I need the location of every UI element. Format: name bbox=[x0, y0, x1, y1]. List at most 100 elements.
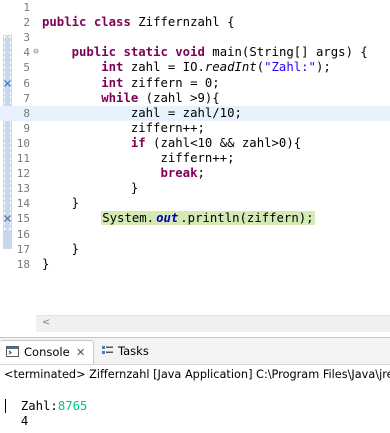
code-line[interactable]: 2 public class Ziffernzahl { bbox=[0, 15, 390, 30]
code-text: ziffern++; bbox=[42, 151, 235, 166]
breakpoint-marker-icon[interactable] bbox=[4, 80, 11, 87]
line-number: 13 bbox=[16, 182, 30, 195]
code-token: (zahl >9){ bbox=[138, 91, 220, 105]
code-line[interactable]: 8 zahl = zahl/10; bbox=[0, 106, 390, 121]
code-token: (zahl<10 && zahl>0){ bbox=[145, 136, 302, 150]
tab-tasks-label: Tasks bbox=[118, 344, 149, 358]
code-text: int ziffern = 0; bbox=[42, 76, 220, 91]
tab-tasks[interactable]: Tasks bbox=[99, 340, 159, 363]
code-token: System. bbox=[101, 211, 156, 225]
line-number: 10 bbox=[16, 137, 30, 150]
code-token: "Zahl:" bbox=[264, 60, 316, 74]
code-token: void bbox=[175, 45, 205, 59]
code-token: ( bbox=[256, 60, 265, 74]
code-text: } bbox=[42, 257, 49, 272]
tasks-icon bbox=[102, 346, 113, 354]
code-token: zahl = zahl/10; bbox=[42, 106, 242, 120]
code-token: } bbox=[42, 181, 139, 195]
code-text: } bbox=[42, 181, 138, 196]
line-number: 6 bbox=[23, 77, 30, 90]
code-line[interactable]: 7 while (zahl >9){ bbox=[0, 91, 390, 106]
code-token: if bbox=[130, 136, 146, 150]
line-number: 1 bbox=[23, 1, 30, 14]
code-token: break bbox=[160, 166, 198, 180]
code-token: } bbox=[42, 242, 80, 256]
code-line[interactable]: 12 break; bbox=[0, 166, 390, 181]
code-text: ziffern++; bbox=[42, 121, 205, 136]
line-number: 3 bbox=[23, 31, 30, 44]
code-text: } bbox=[42, 242, 79, 257]
code-line[interactable]: 9 ziffern++; bbox=[0, 121, 390, 136]
code-line[interactable]: 6 int ziffern = 0; bbox=[0, 76, 390, 91]
bottom-view-tabbar: Console ✕ Tasks bbox=[0, 338, 390, 365]
line-number: 2 bbox=[23, 16, 30, 29]
code-token: static bbox=[123, 45, 168, 59]
code-line[interactable]: 15 System. out .println(ziffern); bbox=[0, 211, 390, 226]
code-text: break; bbox=[42, 166, 205, 181]
code-token: ); bbox=[315, 60, 331, 74]
code-token: class bbox=[93, 15, 131, 29]
code-token: int bbox=[101, 60, 124, 74]
scroll-left-icon[interactable]: < bbox=[42, 317, 50, 328]
close-icon[interactable]: ✕ bbox=[76, 341, 85, 364]
line-number: 16 bbox=[16, 228, 30, 241]
code-text: public static void main(String[] args) { bbox=[42, 45, 368, 60]
code-token: .println(ziffern); bbox=[179, 211, 315, 225]
code-text: zahl = zahl/10; bbox=[42, 106, 242, 121]
console-result: 4 bbox=[20, 414, 29, 428]
code-text: int zahl = IO.readInt("Zahl:"); bbox=[42, 60, 331, 75]
console-icon bbox=[6, 346, 19, 357]
code-token: readInt bbox=[204, 60, 257, 74]
code-text: public class Ziffernzahl { bbox=[42, 15, 235, 30]
code-line[interactable]: 18} bbox=[0, 257, 390, 272]
text-cursor bbox=[5, 399, 6, 413]
code-line[interactable]: 1 bbox=[0, 0, 390, 15]
code-text: System. out .println(ziffern); bbox=[42, 211, 315, 226]
code-line[interactable]: 16 bbox=[0, 227, 390, 242]
tab-console[interactable]: Console ✕ bbox=[0, 340, 94, 364]
console-status: <terminated> Ziffernzahl [Java Applicati… bbox=[4, 368, 390, 381]
code-token: ; bbox=[197, 166, 205, 180]
line-number: 14 bbox=[16, 197, 30, 210]
tab-console-label: Console bbox=[24, 345, 70, 359]
code-token: } bbox=[42, 257, 50, 271]
code-line[interactable]: 4 ⊖ public static void main(String[] args… bbox=[0, 45, 390, 60]
code-token: main(String[] args) { bbox=[204, 45, 368, 59]
code-token: public bbox=[42, 15, 87, 29]
console-output-line[interactable]: 4 bbox=[6, 399, 28, 429]
code-token: } bbox=[42, 196, 80, 210]
fold-toggle-icon[interactable]: ⊖ bbox=[31, 47, 41, 57]
code-token: ziffern = 0; bbox=[123, 76, 220, 90]
line-number: 4 bbox=[23, 46, 30, 59]
code-token: int bbox=[101, 76, 124, 90]
code-token: Ziffernzahl { bbox=[130, 15, 235, 29]
code-token: ziffern++; bbox=[42, 121, 205, 135]
code-line[interactable]: 17 } bbox=[0, 242, 390, 257]
line-number: 15 bbox=[16, 212, 30, 225]
line-number: 18 bbox=[16, 258, 30, 271]
code-line[interactable]: 3 bbox=[0, 30, 390, 45]
code-line[interactable]: 14 } bbox=[0, 196, 390, 211]
code-editor[interactable]: 1 2 public class Ziffernzahl {3 4 ⊖ public s… bbox=[0, 0, 390, 337]
code-line[interactable]: 11 ziffern++; bbox=[0, 151, 390, 166]
line-number: 17 bbox=[16, 243, 30, 256]
line-number: 11 bbox=[16, 152, 30, 165]
line-number: 7 bbox=[23, 92, 30, 105]
horizontal-scrollbar[interactable]: < bbox=[36, 315, 390, 332]
code-token: ziffern++; bbox=[42, 151, 235, 165]
line-number: 5 bbox=[23, 61, 30, 74]
code-line[interactable]: 5 int zahl = IO.readInt("Zahl:"); bbox=[0, 60, 390, 75]
breakpoint-marker-icon[interactable] bbox=[4, 215, 11, 222]
code-token: while bbox=[101, 91, 139, 105]
code-line[interactable]: 10 if (zahl<10 && zahl>0){ bbox=[0, 136, 390, 151]
code-line[interactable]: 13 } bbox=[0, 181, 390, 196]
code-token: zahl = IO. bbox=[123, 60, 205, 74]
line-number: 9 bbox=[23, 122, 30, 135]
code-text: if (zahl<10 && zahl>0){ bbox=[42, 136, 301, 151]
